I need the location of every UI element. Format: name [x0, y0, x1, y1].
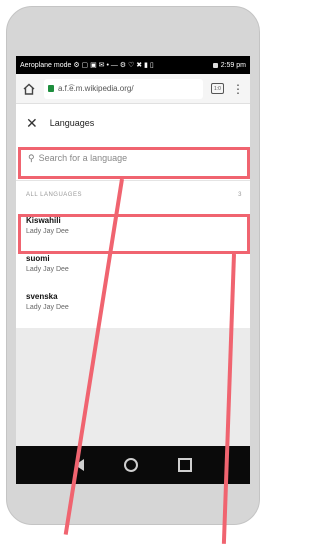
address-bar[interactable]: a.f.͡e.m.wikipedia.org/ [44, 78, 203, 99]
android-nav-bar [16, 446, 250, 484]
language-subtitle: Lady Jay Dee [26, 266, 69, 273]
recent-apps-icon[interactable] [177, 458, 192, 472]
empty-area [16, 328, 250, 446]
page-title: Languages [49, 118, 95, 128]
phone-screen: Aeroplane mode ⚙ ▢ ▣ ✉ • — ⚙ ♡ ✖ ▮ ▯ 2:5… [16, 56, 250, 484]
menu-icon[interactable]: ⋮ [232, 83, 244, 95]
status-time: 2:59 pm [220, 61, 246, 69]
status-icons: 2:59 pm [212, 61, 246, 69]
search-highlight-box [18, 147, 250, 179]
battery-icon [212, 62, 218, 68]
home-icon[interactable] [22, 82, 36, 96]
language-name: suomi [26, 254, 50, 263]
section-header: ALL LANGUAGES 3 [16, 192, 250, 206]
item-highlight-box [18, 214, 250, 254]
url-text: a.f.͡e.m.wikipedia.org/ [58, 84, 134, 93]
languages-header: ✕ Languages [16, 104, 250, 142]
browser-toolbar: a.f.͡e.m.wikipedia.org/ 1:0 ⋮ [16, 74, 250, 104]
divider [16, 180, 250, 181]
close-icon[interactable]: ✕ [26, 116, 38, 130]
section-count: 3 [238, 192, 242, 198]
language-subtitle: Lady Jay Dee [26, 304, 69, 311]
home-nav-icon[interactable] [123, 458, 138, 472]
language-name: svenska [26, 292, 58, 301]
lock-icon [48, 85, 54, 92]
section-label: ALL LANGUAGES [26, 192, 82, 198]
tabs-icon[interactable]: 1:0 [211, 83, 224, 94]
status-text: Aeroplane mode ⚙ ▢ ▣ ✉ • — ⚙ ♡ ✖ ▮ ▯ [20, 62, 154, 69]
status-bar: Aeroplane mode ⚙ ▢ ▣ ✉ • — ⚙ ♡ ✖ ▮ ▯ 2:5… [16, 56, 250, 74]
language-item-svenska[interactable]: svenska Lady Jay Dee [16, 286, 250, 324]
